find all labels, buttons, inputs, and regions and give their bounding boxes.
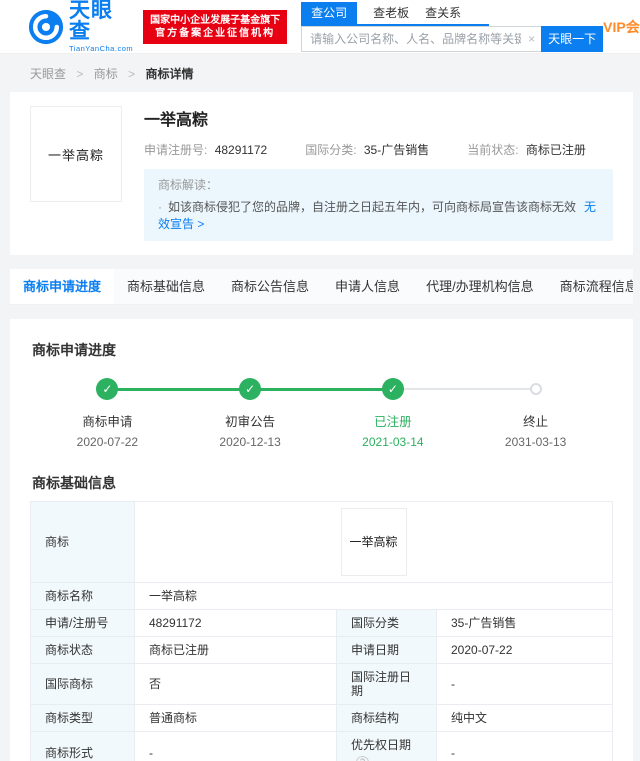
basic-info-section-title: 商标基础信息 (32, 473, 611, 493)
tab-application-progress[interactable]: 商标申请进度 (10, 269, 114, 304)
breadcrumb-separator: > (76, 67, 83, 81)
search-input[interactable] (301, 26, 541, 52)
table-row: 商标名称 一举高粽 (31, 583, 613, 610)
badge-line1: 国家中小企业发展子基金旗下 (150, 14, 280, 27)
trademark-interpretation-box: 商标解读： · 如该商标侵犯了您的品牌，自注册之日起五年内，可向商标局宣告该商标无… (144, 169, 613, 241)
breadcrumb-current: 商标详情 (145, 67, 193, 81)
clear-icon[interactable]: × (528, 32, 535, 46)
table-row: 国际商标 否 国际注册日期 - (31, 664, 613, 705)
application-progress-timeline: ✓ 商标申请 2020-07-22 ✓ 初审公告 2020-12-13 ✓ 已注… (36, 378, 607, 449)
help-icon[interactable]: ? (356, 756, 369, 761)
trademark-summary-card: 一举高粽 一举高粽 申请注册号: 48291172 国际分类: 35-广告销售 … (10, 92, 633, 255)
bullet-icon: · (158, 200, 162, 214)
tab-applicant-info[interactable]: 申请人信息 (322, 269, 413, 304)
table-row: 商标形式 - 优先权日期? - (31, 732, 613, 761)
field-registration-number: 申请注册号: 48291172 (144, 141, 267, 158)
tab-announcement-info[interactable]: 商标公告信息 (218, 269, 322, 304)
breadcrumb-separator: > (128, 67, 135, 81)
field-current-status: 当前状态: 商标已注册 (467, 141, 586, 158)
search-tab-company[interactable]: 查公司 (301, 2, 357, 24)
breadcrumb-trademark[interactable]: 商标 (94, 67, 118, 81)
interpretation-title: 商标解读： (158, 176, 599, 193)
badge-line2: 官方备案企业征信机构 (150, 27, 280, 40)
clipped-edge-element: 丨 (635, 20, 640, 33)
search-button[interactable]: 天眼一下 (541, 26, 603, 52)
field-intl-class: 国际分类: 35-广告销售 (305, 141, 429, 158)
progress-section-title: 商标申请进度 (32, 340, 611, 360)
search-tab-boss[interactable]: 查老板 (373, 2, 409, 24)
tab-agency-info[interactable]: 代理/办理机构信息 (413, 269, 547, 304)
official-badge: 国家中小企业发展子基金旗下 官方备案企业征信机构 (143, 10, 287, 44)
table-row: 商标状态 商标已注册 申请日期 2020-07-22 (31, 637, 613, 664)
tianyancha-eye-icon (28, 9, 64, 45)
logo-title: 天眼查 (69, 0, 133, 42)
trademark-image-small: 一举高粽 (341, 508, 407, 576)
check-circle-icon: ✓ (96, 378, 118, 400)
check-circle-icon: ✓ (382, 378, 404, 400)
timeline-step-application: ✓ 商标申请 2020-07-22 (36, 378, 179, 449)
timeline-step-preliminary: ✓ 初审公告 2020-12-13 (179, 378, 322, 449)
basic-info-table: 商标 一举高粽 商标名称 一举高粽 申请/注册号 48291172 国际分类 3… (30, 501, 613, 761)
pending-circle-icon (530, 383, 542, 395)
trademark-title: 一举高粽 (144, 106, 613, 130)
search-tab-relation[interactable]: 查关系 (425, 2, 461, 24)
trademark-image: 一举高粽 (30, 106, 122, 202)
timeline-step-termination: 终止 2031-03-13 (464, 378, 607, 449)
interpretation-text: 如该商标侵犯了您的品牌，自注册之日起五年内，可向商标局宣告该商标无效 (168, 200, 576, 214)
top-header: 天眼查 TianYanCha.com 国家中小企业发展子基金旗下 官方备案企业征… (0, 0, 640, 54)
check-circle-icon: ✓ (239, 378, 261, 400)
logo-subtitle: TianYanCha.com (69, 44, 133, 53)
breadcrumb: 天眼查 > 商标 > 商标详情 (0, 54, 640, 92)
detail-content-card: 商标申请进度 ✓ 商标申请 2020-07-22 ✓ 初审公告 2020-12-… (10, 319, 633, 761)
search-area: 查公司 查老板 查关系 × 天眼一下 (301, 2, 603, 52)
tianyancha-logo[interactable]: 天眼查 TianYanCha.com (28, 0, 133, 53)
timeline-step-registered: ✓ 已注册 2021-03-14 (322, 378, 465, 449)
table-row: 商标类型 普通商标 商标结构 纯中文 (31, 705, 613, 732)
tab-process-info[interactable]: 商标流程信息 (547, 269, 633, 304)
table-row: 商标 一举高粽 (31, 502, 613, 583)
breadcrumb-home[interactable]: 天眼查 (30, 67, 66, 81)
table-row: 申请/注册号 48291172 国际分类 35-广告销售 (31, 610, 613, 637)
detail-tabbar: 商标申请进度 商标基础信息 商标公告信息 申请人信息 代理/办理机构信息 商标流… (10, 269, 633, 305)
tab-basic-info[interactable]: 商标基础信息 (114, 269, 218, 304)
search-tabs: 查公司 查老板 查关系 (301, 2, 489, 26)
